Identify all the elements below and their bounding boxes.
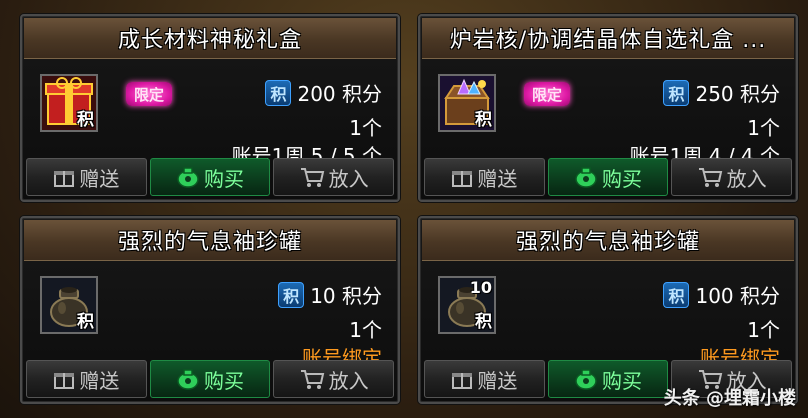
- price: 积 250 积分: [663, 78, 780, 107]
- gift-button[interactable]: 赠送: [424, 360, 545, 398]
- price-value: 100 积分: [695, 284, 780, 308]
- item-title: 成长材料神秘礼盒: [24, 18, 396, 59]
- gift-label: 赠送: [79, 166, 120, 191]
- add-to-cart-button[interactable]: 放入: [671, 158, 793, 196]
- gift-label: 赠送: [79, 368, 120, 393]
- buy-button[interactable]: 购买: [547, 360, 669, 398]
- put-label: 放入: [726, 166, 767, 191]
- gift-button[interactable]: 赠送: [424, 158, 545, 196]
- buy-button[interactable]: 购买: [149, 158, 271, 196]
- price: 积 10 积分: [278, 280, 382, 309]
- item-title: 炉岩核/协调结晶体自选礼盒 ...: [422, 18, 794, 59]
- quantity: 1个: [349, 318, 382, 342]
- quantity: 1个: [747, 318, 780, 342]
- item-mark: 积: [77, 312, 94, 332]
- gift-icon: [54, 171, 75, 187]
- quantity: 1个: [349, 116, 382, 140]
- item-title: 强烈的气息袖珍罐: [422, 220, 794, 261]
- gift-icon: [452, 373, 473, 389]
- money-bag-icon: [575, 167, 597, 188]
- limited-badge: 限定: [524, 82, 570, 106]
- price-value: 10 积分: [310, 284, 382, 308]
- cart-icon: [300, 168, 324, 187]
- buy-label: 购买: [602, 166, 642, 191]
- shop-item-card: 炉岩核/协调结晶体自选礼盒 ... 积 限定 积 250 积分 1个 账号1周 …: [418, 14, 798, 202]
- buy-label: 购买: [602, 368, 642, 393]
- put-label: 放入: [328, 368, 369, 393]
- add-to-cart-button[interactable]: 放入: [273, 360, 395, 398]
- gift-button[interactable]: 赠送: [26, 360, 147, 398]
- points-icon: 积: [265, 79, 292, 106]
- buy-button[interactable]: 购买: [547, 158, 669, 196]
- points-icon: 积: [663, 79, 690, 106]
- money-bag-icon: [575, 369, 597, 390]
- stack-count: 10: [469, 278, 492, 297]
- item-mark: 积: [475, 110, 492, 130]
- gift-icon: [54, 373, 75, 389]
- money-bag-icon: [177, 167, 199, 188]
- money-bag-icon: [177, 369, 199, 390]
- item-mark: 积: [475, 312, 492, 332]
- price-value: 250 积分: [695, 82, 780, 106]
- gift-label: 赠送: [477, 166, 518, 191]
- gift-label: 赠送: [477, 368, 518, 393]
- red-gift-box-icon[interactable]: 积: [40, 74, 98, 132]
- buy-label: 购买: [204, 368, 244, 393]
- points-icon: 积: [663, 281, 690, 308]
- points-icon: 积: [278, 281, 305, 308]
- buy-label: 购买: [204, 166, 244, 191]
- price: 积 100 积分: [663, 280, 780, 309]
- put-label: 放入: [328, 166, 369, 191]
- action-buttons: 赠送 购买 放入: [424, 158, 793, 196]
- limited-badge: 限定: [126, 82, 172, 106]
- price-value: 200 积分: [297, 82, 382, 106]
- pot-icon[interactable]: 积: [40, 276, 98, 334]
- action-buttons: 赠送 购买 放入: [26, 158, 395, 196]
- watermark: 头条 @埋霜小楼: [663, 388, 796, 409]
- pot-icon[interactable]: 10 积: [438, 276, 496, 334]
- quantity: 1个: [747, 116, 780, 140]
- gift-icon: [452, 171, 473, 187]
- action-buttons: 赠送 购买 放入: [26, 360, 395, 398]
- add-to-cart-button[interactable]: 放入: [273, 158, 395, 196]
- shop-item-card: 强烈的气息袖珍罐 10 积 积 100 积分 1个 账号绑定 赠送 购买 放入: [418, 216, 798, 404]
- gift-button[interactable]: 赠送: [26, 158, 147, 196]
- cart-icon: [300, 370, 324, 389]
- item-mark: 积: [77, 110, 94, 130]
- price: 积 200 积分: [265, 78, 382, 107]
- shop-item-card: 强烈的气息袖珍罐 积 积 10 积分 1个 账号绑定 赠送 购买 放入: [20, 216, 400, 404]
- shop-item-card: 成长材料神秘礼盒 积 限定 积 200 积分 1个 账号1周 5 / 5 个 赠…: [20, 14, 400, 202]
- buy-button[interactable]: 购买: [149, 360, 271, 398]
- cart-icon: [698, 168, 722, 187]
- crystal-chest-icon[interactable]: 积: [438, 74, 496, 132]
- item-title: 强烈的气息袖珍罐: [24, 220, 396, 261]
